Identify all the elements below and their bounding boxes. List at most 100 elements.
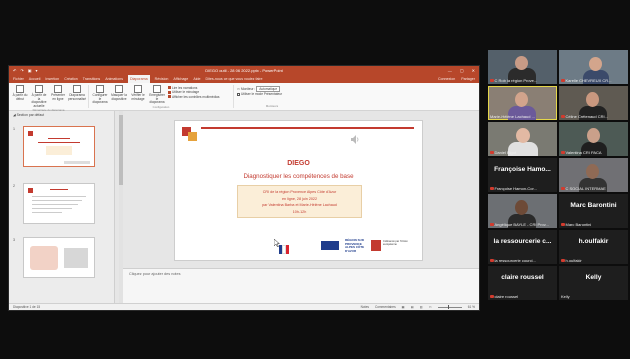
window-title: DIEGO outil - 28 06 2022.pptx - PowerPoi… bbox=[205, 68, 283, 73]
tab-review[interactable]: Révision bbox=[155, 77, 169, 81]
presenter-view-checkbox[interactable]: Utiliser le mode Présentateur bbox=[237, 92, 307, 96]
ribbon-group-monitors: ▭ Moniteur : Automatique Utiliser le mod… bbox=[237, 85, 310, 108]
participant-tile[interactable]: C SOCIAL INTERMAE bbox=[559, 158, 628, 192]
muted-mic-icon bbox=[561, 222, 565, 227]
normal-view-icon[interactable]: ▦ bbox=[402, 305, 405, 309]
participant-tile[interactable]: Céline Crétenaud CRI... bbox=[559, 86, 628, 120]
rehearse-timings-button[interactable]: Vérifier le minutage bbox=[130, 85, 146, 105]
slide-title: DIEGO bbox=[287, 160, 310, 167]
slide-number: 3 bbox=[13, 238, 15, 242]
participant-tile[interactable]: Françoise Hamo... Françoise Hamon-Cor... bbox=[488, 158, 557, 192]
thumb-logo bbox=[28, 131, 33, 136]
tell-me-search[interactable]: Dites-nous ce que vous voulez faire bbox=[206, 77, 263, 81]
participant-tile[interactable]: C Rob la région Prove... bbox=[488, 50, 557, 84]
slide-subtitle: Diagnostiquer les compétences de base bbox=[243, 173, 354, 180]
record-show-button[interactable]: Enregistrer le diaporama bbox=[149, 85, 165, 105]
notes-pane[interactable]: Cliquez pour ajouter des notes bbox=[123, 268, 479, 303]
reading-view-icon[interactable]: ▥ bbox=[420, 305, 423, 309]
thumb-text-line bbox=[32, 208, 72, 209]
participant-tile[interactable]: la ressourcerie c... la ressourcerie cou… bbox=[488, 230, 557, 264]
tab-home[interactable]: Accueil bbox=[29, 77, 41, 81]
slideshow-view-icon[interactable]: ▭ bbox=[429, 305, 432, 309]
slide-counter: Diapositive 1 de 15 bbox=[13, 305, 41, 309]
thumb-illustration bbox=[30, 246, 58, 270]
slide-canvas[interactable]: DIEGO Diagnostiquer les compétences de b… bbox=[174, 120, 423, 261]
participant-gallery: C Rob la région Prove... Karelle CHEVREU… bbox=[488, 50, 628, 330]
zoom-level[interactable]: 61 % bbox=[468, 305, 475, 309]
participant-tile[interactable]: Kelly Kelly bbox=[559, 266, 628, 300]
partner-logos: RÉGION SUD PROVENCE ALPES CÔTE D'AZUR Co… bbox=[279, 238, 416, 254]
thumb-map bbox=[64, 248, 88, 268]
slide-top-rule bbox=[201, 127, 414, 129]
cri-logo bbox=[182, 127, 197, 143]
from-beginning-button[interactable]: À partir du début bbox=[12, 85, 28, 108]
section-header[interactable]: ◢ Section par défaut bbox=[9, 111, 114, 119]
record-icon bbox=[153, 85, 161, 93]
slide-number: 2 bbox=[13, 184, 15, 188]
present-online-button[interactable]: Présenter en ligne bbox=[50, 85, 66, 108]
use-timings-checkbox[interactable]: Utiliser le minutage bbox=[168, 90, 230, 94]
play-narrations-checkbox[interactable]: Lire les narrations bbox=[168, 86, 230, 90]
thumb-text-line bbox=[32, 200, 82, 201]
zoom-slider[interactable] bbox=[437, 305, 462, 309]
setup-show-button[interactable]: Configurer le diaporama bbox=[92, 85, 108, 105]
tab-animations[interactable]: Animations bbox=[105, 77, 123, 81]
region-sud-logo: RÉGION SUD PROVENCE ALPES CÔTE D'AZUR bbox=[345, 238, 365, 253]
muted-mic-icon bbox=[561, 258, 565, 263]
monitor-dropdown[interactable]: Automatique bbox=[256, 85, 281, 92]
hide-slide-button[interactable]: Masquer la diapositive bbox=[111, 85, 127, 105]
info-line: CRI de la région Provence Alpes Côte d'A… bbox=[262, 190, 337, 194]
thumb-logos bbox=[64, 161, 90, 164]
from-current-button[interactable]: À partir de la diapositive actuelle bbox=[31, 85, 47, 108]
share-button[interactable]: Partager bbox=[461, 77, 475, 81]
muted-mic-icon bbox=[561, 114, 565, 119]
tab-slideshow[interactable]: Diaporama bbox=[128, 75, 150, 83]
tab-help[interactable]: Aide bbox=[193, 77, 200, 81]
custom-show-icon bbox=[73, 85, 81, 93]
timer-icon bbox=[134, 85, 142, 93]
participant-tile-active-speaker[interactable]: Marie-Hélène Lachaud ... bbox=[488, 86, 557, 120]
slide-thumbnail-2[interactable] bbox=[23, 183, 95, 224]
muted-mic-icon bbox=[561, 150, 565, 155]
participant-tile[interactable]: Karelle CHEVREUX CR... bbox=[559, 50, 628, 84]
participant-tile[interactable]: Daniel Bigot bbox=[488, 122, 557, 156]
thumb-box bbox=[46, 146, 72, 155]
slide-thumbnail-3[interactable] bbox=[23, 237, 95, 278]
thumb-title-line bbox=[50, 189, 68, 190]
sign-in-link[interactable]: Connexion bbox=[438, 77, 455, 81]
slideshow-current-icon bbox=[35, 85, 43, 93]
participant-tile[interactable]: Angélique BAYLE - CRI Prov... bbox=[488, 194, 557, 228]
media-controls-checkbox[interactable]: Afficher les contrôles multimédias bbox=[168, 95, 230, 99]
republique-logo bbox=[279, 241, 289, 254]
tab-design[interactable]: Création bbox=[64, 77, 78, 81]
tab-insert[interactable]: Insertion bbox=[45, 77, 59, 81]
slide-thumbnail-1[interactable] bbox=[23, 126, 95, 167]
cofinance-text: Cofinancé par l'Union européenne bbox=[383, 240, 408, 246]
muted-mic-icon bbox=[561, 78, 565, 83]
participant-tile[interactable]: claire roussel claire roussel bbox=[488, 266, 557, 300]
thumb-text-line bbox=[32, 196, 86, 197]
info-line: par Valentina Barba et Marie-Hélène Lach… bbox=[262, 203, 337, 208]
scrollbar-thumb[interactable] bbox=[119, 115, 123, 185]
sorter-view-icon[interactable]: ▤ bbox=[411, 305, 414, 309]
tab-transitions[interactable]: Transitions bbox=[83, 77, 100, 81]
tab-view[interactable]: Affichage bbox=[173, 77, 188, 81]
group-caption-setup: Configuration bbox=[152, 104, 170, 109]
participant-tile[interactable]: Valentina CRI PACA bbox=[559, 122, 628, 156]
custom-show-button[interactable]: Diaporama personnalisé bbox=[68, 85, 86, 108]
partner-logo bbox=[321, 241, 339, 250]
hide-slide-icon bbox=[115, 85, 123, 93]
participant-tile[interactable]: Marc Barontini Marc Barontini bbox=[559, 194, 628, 228]
tab-file[interactable]: Fichier bbox=[13, 77, 24, 81]
slide-number: 1 bbox=[13, 127, 15, 131]
audio-icon[interactable] bbox=[351, 135, 359, 144]
muted-mic-icon bbox=[490, 78, 494, 83]
muted-mic-icon bbox=[490, 222, 494, 227]
comments-button[interactable]: Commentaires bbox=[375, 305, 396, 309]
notes-button[interactable]: Notes bbox=[361, 305, 369, 309]
mouse-pointer-icon bbox=[274, 239, 280, 247]
participant-tile[interactable]: h.oulfakir h.oulfakir bbox=[559, 230, 628, 264]
ribbon: À partir du début À partir de la diaposi… bbox=[9, 83, 479, 112]
monitor-icon: ▭ bbox=[237, 86, 241, 91]
muted-mic-icon bbox=[490, 186, 494, 191]
